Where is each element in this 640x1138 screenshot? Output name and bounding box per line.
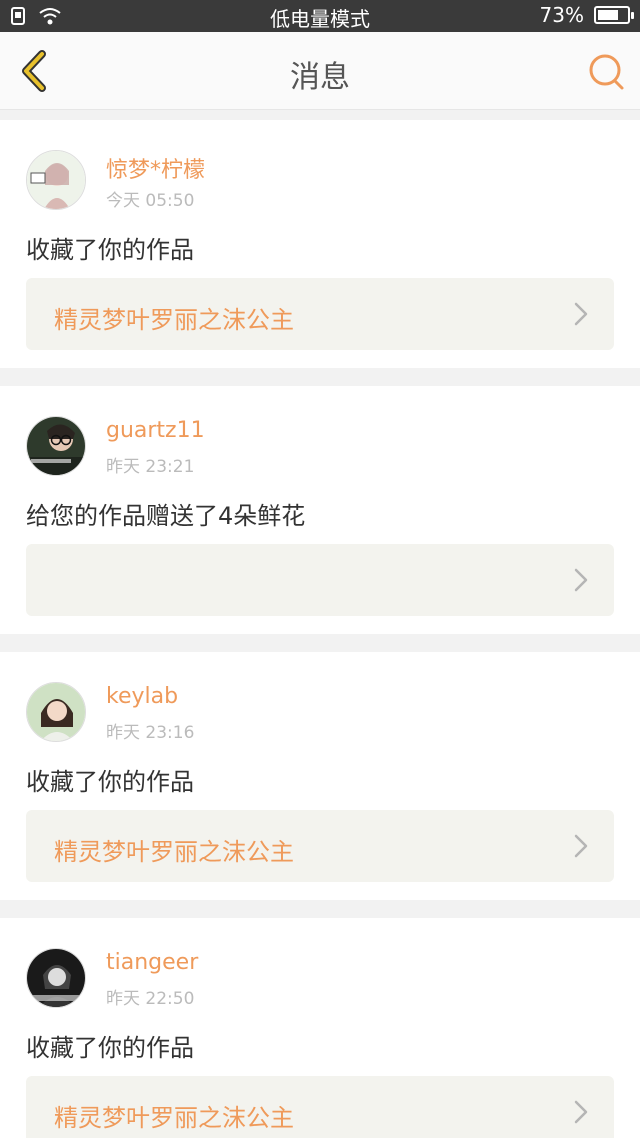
battery-icon <box>594 6 634 24</box>
chevron-right-icon <box>574 302 588 326</box>
chevron-right-icon <box>574 834 588 858</box>
username[interactable]: guartz11 <box>106 418 205 443</box>
message-card: 惊梦*柠檬 今天 05:50 收藏了你的作品 精灵梦叶罗丽之沫公主 <box>0 120 640 368</box>
message-text: 收藏了你的作品 <box>26 1034 194 1062</box>
message-text: 收藏了你的作品 <box>26 236 194 264</box>
message-list: 惊梦*柠檬 今天 05:50 收藏了你的作品 精灵梦叶罗丽之沫公主 guartz… <box>0 120 640 1138</box>
avatar[interactable] <box>26 948 86 1008</box>
work-title: 精灵梦叶罗丽之沫公主 <box>54 1104 294 1132</box>
work-link[interactable]: 精灵梦叶罗丽之沫公主 <box>26 810 614 882</box>
work-link[interactable]: 精灵梦叶罗丽之沫公主 <box>26 1076 614 1138</box>
username[interactable]: tiangeer <box>106 950 198 975</box>
message-text: 收藏了你的作品 <box>26 768 194 796</box>
timestamp: 昨天 23:21 <box>106 457 195 477</box>
avatar[interactable] <box>26 416 86 476</box>
status-bar: 低电量模式 73% <box>0 0 640 32</box>
battery-level <box>598 10 619 20</box>
status-icons-right: 73% <box>539 3 634 27</box>
battery-percent: 73% <box>539 3 584 27</box>
work-title: 精灵梦叶罗丽之沫公主 <box>54 306 294 334</box>
work-link[interactable] <box>26 544 614 616</box>
username[interactable]: keylab <box>106 684 178 709</box>
message-card: guartz11 昨天 23:21 给您的作品赠送了4朵鲜花 <box>0 386 640 634</box>
username[interactable]: 惊梦*柠檬 <box>106 152 205 184</box>
timestamp: 昨天 23:16 <box>106 723 195 743</box>
work-title: 精灵梦叶罗丽之沫公主 <box>54 838 294 866</box>
message-card: tiangeer 昨天 22:50 收藏了你的作品 精灵梦叶罗丽之沫公主 <box>0 918 640 1138</box>
search-icon[interactable] <box>586 52 626 92</box>
work-link[interactable]: 精灵梦叶罗丽之沫公主 <box>26 278 614 350</box>
navigation-header: 消息 <box>0 32 640 110</box>
chevron-right-icon <box>574 568 588 592</box>
avatar[interactable] <box>26 682 86 742</box>
message-text: 给您的作品赠送了4朵鲜花 <box>26 502 306 530</box>
chevron-right-icon <box>574 1100 588 1124</box>
message-card: keylab 昨天 23:16 收藏了你的作品 精灵梦叶罗丽之沫公主 <box>0 652 640 900</box>
timestamp: 今天 05:50 <box>106 191 195 211</box>
avatar[interactable] <box>26 150 86 210</box>
page-title: 消息 <box>290 60 350 95</box>
timestamp: 昨天 22:50 <box>106 989 195 1009</box>
